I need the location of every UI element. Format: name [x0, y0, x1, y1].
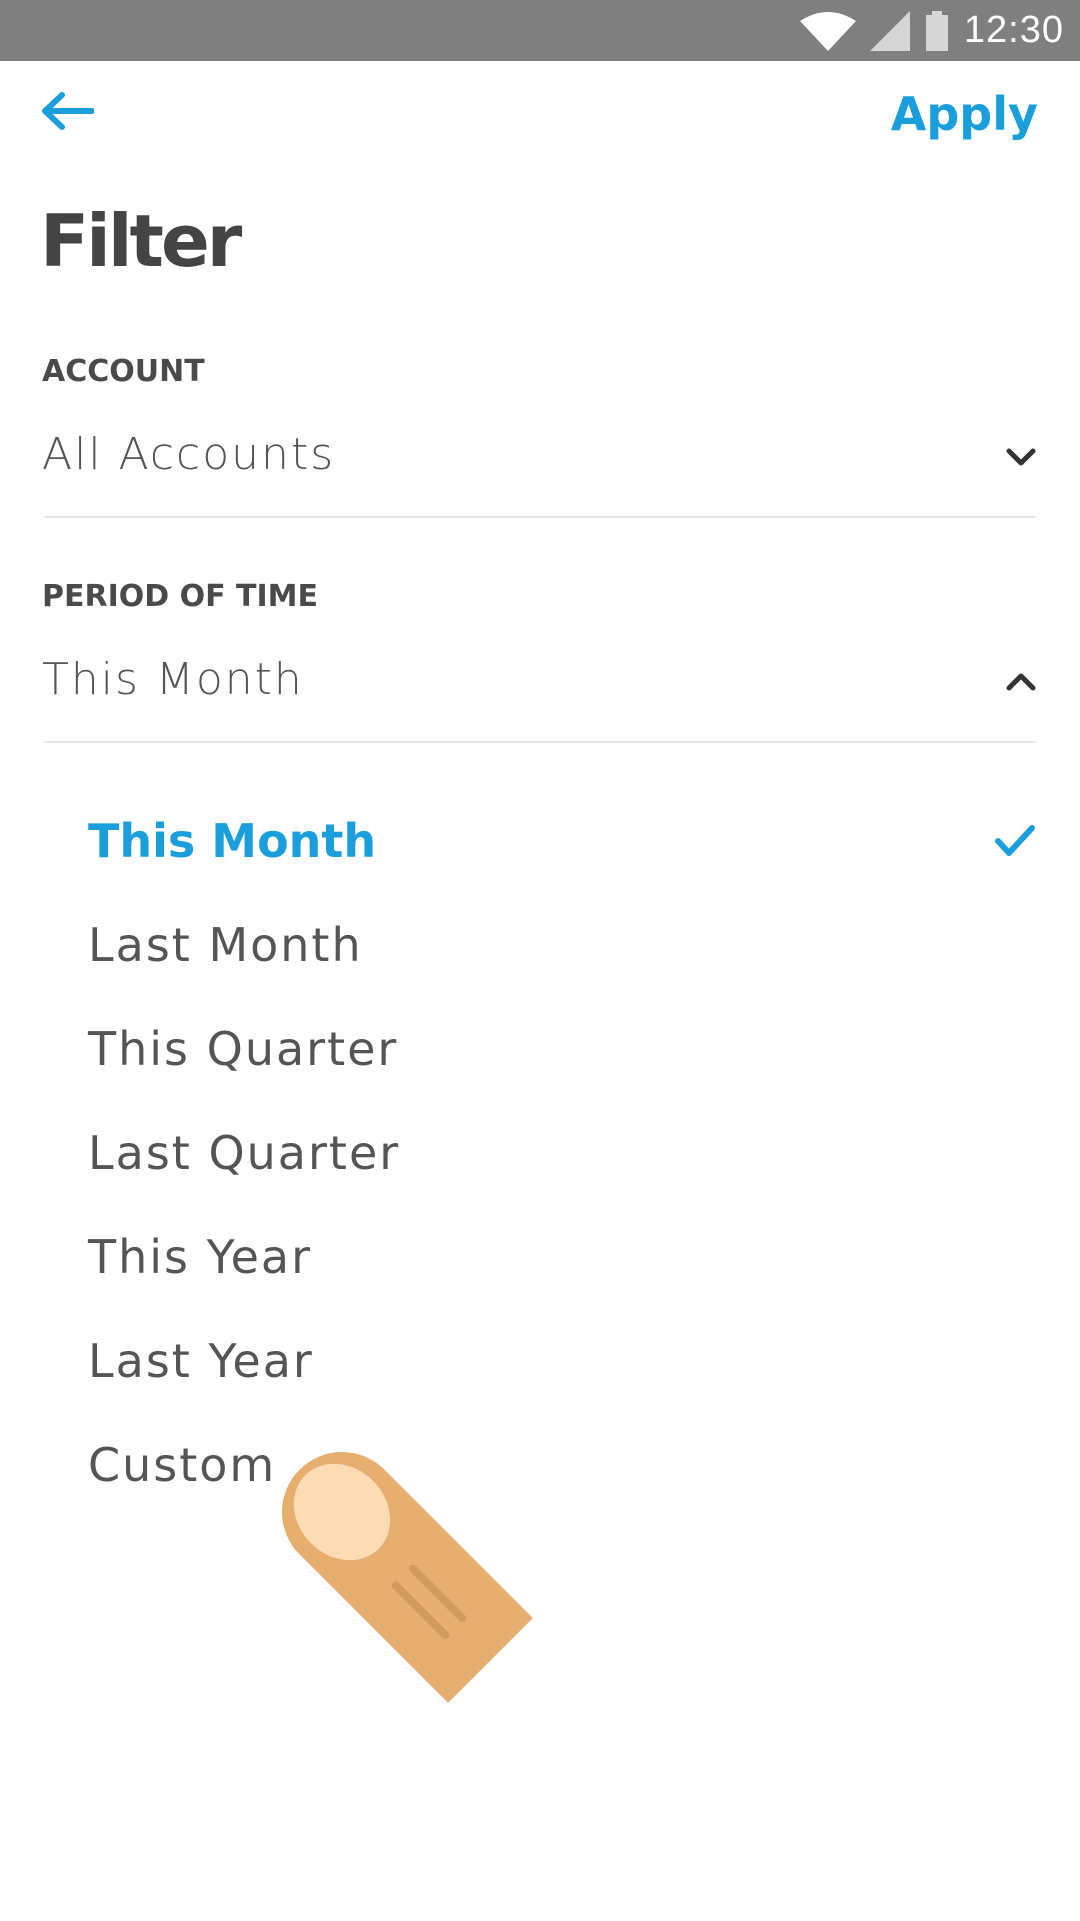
- period-options-list: This Month Last Month This Quarter Last …: [0, 789, 1080, 1517]
- option-last-quarter[interactable]: Last Quarter: [0, 1101, 1080, 1205]
- chevron-down-icon: [1004, 440, 1038, 474]
- account-label: ACCOUNT: [42, 354, 205, 389]
- period-select[interactable]: This Month: [42, 635, 1038, 725]
- option-this-quarter[interactable]: This Quarter: [0, 997, 1080, 1101]
- option-last-year[interactable]: Last Year: [0, 1309, 1080, 1413]
- chevron-up-icon: [1004, 665, 1038, 699]
- filter-screen: 12:30 Apply Filter ACCOUNT All Accounts …: [0, 0, 1080, 1921]
- option-this-year[interactable]: This Year: [0, 1205, 1080, 1309]
- period-divider: [44, 741, 1036, 743]
- option-this-month[interactable]: This Month: [0, 789, 1080, 893]
- option-label: Last Quarter: [88, 1126, 401, 1180]
- account-select[interactable]: All Accounts: [42, 410, 1038, 500]
- page-title: Filter: [40, 199, 242, 283]
- check-icon: [994, 823, 1036, 859]
- option-label: Last Month: [88, 918, 363, 972]
- account-selected-value: All Accounts: [42, 429, 336, 480]
- period-label: PERIOD OF TIME: [42, 579, 319, 614]
- status-bar: 12:30: [0, 0, 1080, 61]
- cellular-signal-icon: [869, 10, 910, 51]
- status-time: 12:30: [963, 9, 1064, 51]
- account-divider: [44, 516, 1036, 518]
- option-custom[interactable]: Custom: [0, 1413, 1080, 1517]
- apply-button[interactable]: Apply: [891, 84, 1038, 144]
- period-selected-value: This Month: [42, 654, 304, 705]
- option-label: Last Year: [88, 1334, 314, 1388]
- option-label: Custom: [88, 1438, 277, 1492]
- status-icons: 12:30: [799, 0, 1064, 61]
- option-label: This Month: [88, 814, 377, 868]
- option-label: This Quarter: [88, 1022, 399, 1076]
- option-last-month[interactable]: Last Month: [0, 893, 1080, 997]
- wifi-icon: [799, 11, 856, 51]
- arrow-left-icon: [40, 91, 95, 135]
- option-label: This Year: [88, 1230, 313, 1284]
- battery-icon: [924, 10, 950, 51]
- back-button[interactable]: [40, 88, 100, 138]
